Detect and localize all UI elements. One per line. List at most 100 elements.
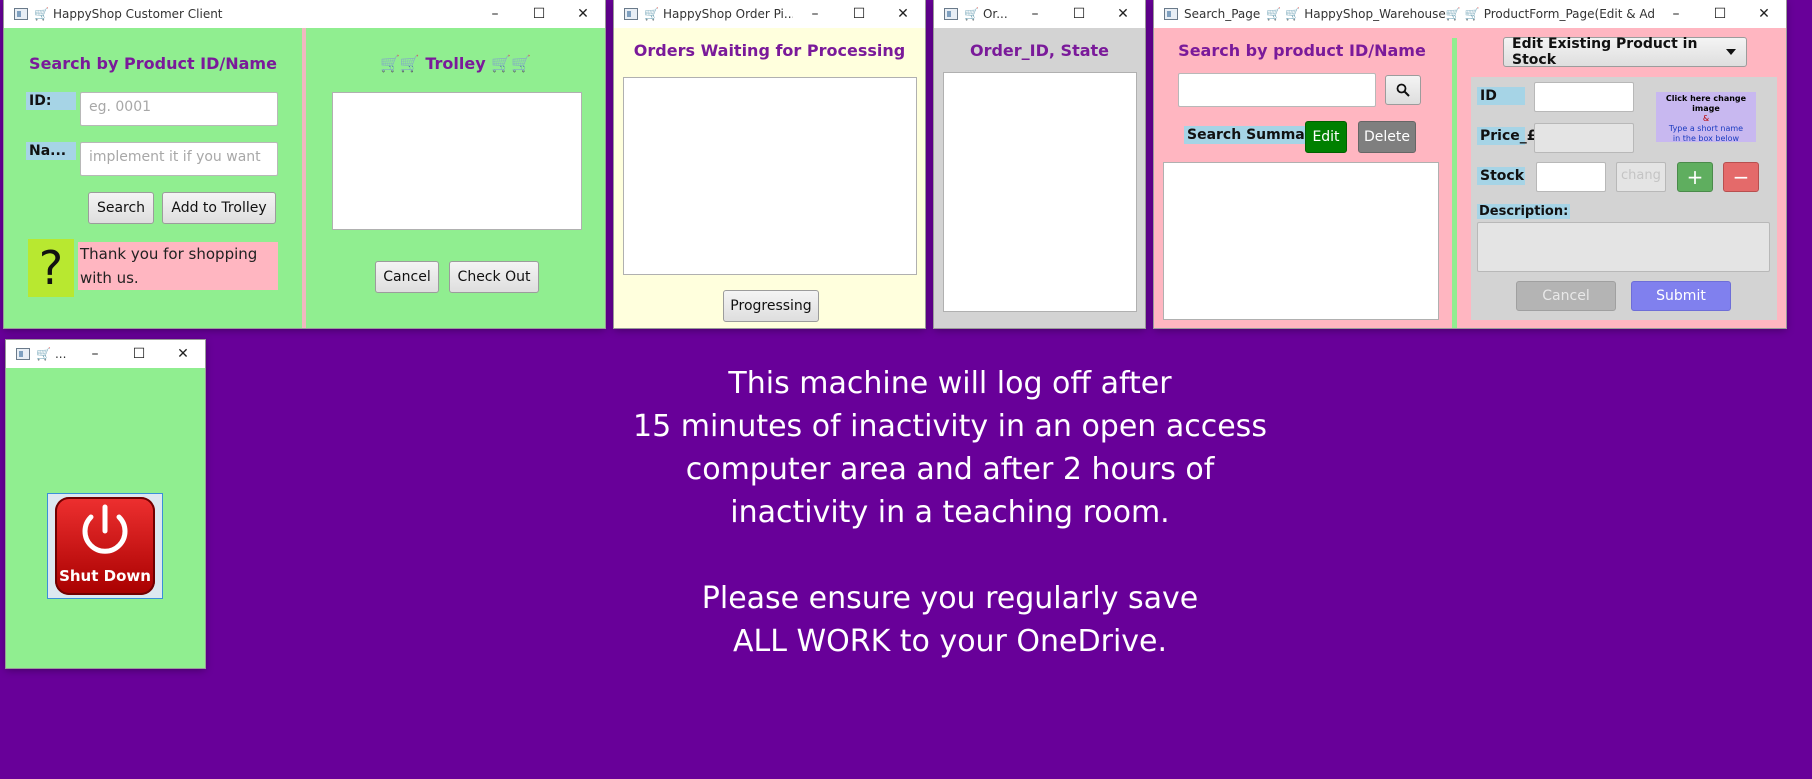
stock-label: Stock: [1477, 167, 1525, 185]
customer-client-window: 🛒 HappyShop Customer Client – ☐ ✕ Search…: [4, 0, 605, 328]
shutdown-graphic: Shut Down: [55, 497, 155, 595]
picker-title-bar[interactable]: 🛒 HappyShop Order Pi... – ☐ ✕: [614, 0, 925, 28]
order-state-list[interactable]: [943, 72, 1137, 312]
maximize-icon[interactable]: ☐: [517, 6, 561, 22]
edit-button[interactable]: Edit: [1305, 121, 1347, 153]
minimize-icon[interactable]: –: [473, 6, 517, 22]
order-tracker-window: 🛒 Or... – ☐ ✕ Order_ID, State: [934, 0, 1145, 328]
cart-icon: 🛒: [36, 347, 51, 361]
notice-line: 15 minutes of inactivity in an open acce…: [633, 409, 1267, 444]
notice-line: This machine will log off after: [728, 366, 1172, 401]
warehouse-window: Search_Page 🛒 🛒 HappyShop_Warehouse 🛒 🛒 …: [1154, 0, 1786, 328]
close-icon[interactable]: ✕: [881, 6, 925, 22]
search-page-title: Search_Page: [1184, 7, 1261, 21]
close-icon[interactable]: ✕: [1742, 6, 1786, 22]
plus-icon[interactable]: +: [1677, 162, 1713, 192]
order-picker-window: 🛒 HappyShop Order Pi... – ☐ ✕ Orders Wai…: [614, 0, 925, 328]
progressing-button[interactable]: Progressing: [723, 290, 819, 322]
thank-you-message: Thank you for shopping with us.: [78, 242, 278, 290]
search-heading: Search by Product ID/Name: [29, 54, 277, 73]
description-label: Description:: [1477, 204, 1571, 219]
maximize-icon[interactable]: ☐: [117, 346, 161, 362]
orders-waiting-heading: Orders Waiting for Processing: [633, 41, 906, 60]
image-hint-line1: Click here change image: [1665, 94, 1747, 113]
shutdown-button[interactable]: Shut Down: [47, 493, 163, 599]
warehouse-title: HappyShop_Warehouse: [1304, 7, 1446, 21]
notice-line: computer area and after 2 hours of: [685, 452, 1215, 487]
cart-icon: 🛒: [34, 7, 49, 21]
product-form-title: ProductForm_Page(Edit & AddNe...: [1483, 7, 1654, 21]
id-label: ID:: [26, 92, 76, 110]
minimize-icon[interactable]: –: [1654, 6, 1698, 22]
warehouse-search-input[interactable]: [1178, 73, 1376, 107]
name-input[interactable]: implement it if you want: [80, 142, 278, 176]
chevron-down-icon: [1726, 49, 1736, 55]
minimize-icon[interactable]: –: [73, 346, 117, 362]
notice-line: inactivity in a teaching room.: [730, 495, 1170, 530]
tracker-title-bar[interactable]: 🛒 Or... – ☐ ✕: [934, 0, 1145, 28]
minimize-icon[interactable]: –: [793, 6, 837, 22]
change-image-button[interactable]: Click here change image & Type a short n…: [1656, 92, 1756, 143]
id-input[interactable]: eg. 0001: [80, 92, 278, 126]
cart-icon: 🛒: [644, 7, 659, 21]
name-label: Na...: [26, 142, 76, 160]
product-id-input[interactable]: [1534, 82, 1634, 112]
close-icon[interactable]: ✕: [161, 346, 205, 362]
panel-divider: [302, 28, 306, 328]
description-input[interactable]: [1477, 222, 1770, 272]
shutdown-window: 🛒 ... – ☐ ✕ Shut Down: [6, 340, 205, 668]
close-icon[interactable]: ✕: [1101, 6, 1145, 22]
close-icon[interactable]: ✕: [561, 6, 605, 22]
help-icon: ?: [28, 239, 74, 297]
image-hint-line4: in the box below: [1672, 134, 1740, 143]
app-icon: [944, 8, 958, 20]
cart-icon: 🛒: [1464, 7, 1480, 21]
customer-title-bar[interactable]: 🛒 HappyShop Customer Client – ☐ ✕: [4, 0, 605, 28]
image-hint-line2: &: [1702, 114, 1710, 123]
app-icon: [14, 8, 28, 20]
product-id-label: ID: [1477, 87, 1525, 105]
minus-icon[interactable]: −: [1723, 162, 1759, 192]
maximize-icon[interactable]: ☐: [1698, 6, 1742, 22]
form-mode-value: Edit Existing Product in Stock: [1512, 36, 1698, 68]
stock-change-input[interactable]: chang: [1616, 162, 1666, 192]
order-state-heading: Order_ID, State: [969, 41, 1110, 60]
trolley-heading: 🛒🛒 Trolley 🛒🛒: [379, 54, 532, 73]
search-icon-button[interactable]: [1385, 75, 1421, 105]
maximize-icon[interactable]: ☐: [837, 6, 881, 22]
check-out-button[interactable]: Check Out: [449, 261, 539, 293]
app-icon: [624, 8, 638, 20]
app-icon: [16, 348, 30, 360]
window-title: HappyShop Order Pi...: [662, 7, 793, 21]
tracker-client-area: Order_ID, State: [934, 28, 1145, 328]
submit-button[interactable]: Submit: [1631, 281, 1731, 311]
product-form-panel: ID Click here change image & Type a shor…: [1471, 77, 1777, 320]
search-button[interactable]: Search: [88, 192, 154, 224]
page-divider: [1452, 38, 1457, 328]
window-title: Or...: [982, 7, 1008, 21]
trolley-list[interactable]: [332, 92, 582, 230]
cancel-button[interactable]: Cancel: [375, 261, 439, 293]
delete-button[interactable]: Delete: [1358, 121, 1416, 153]
add-to-trolley-button[interactable]: Add to Trolley: [162, 192, 276, 224]
shutdown-label: Shut Down: [59, 567, 151, 585]
price-label: Price_£: [1477, 127, 1537, 145]
power-icon: [82, 504, 128, 554]
warehouse-client-area: Search by product ID/Name Search Summary…: [1154, 28, 1786, 328]
minimize-icon[interactable]: –: [1013, 6, 1057, 22]
maximize-icon[interactable]: ☐: [1057, 6, 1101, 22]
search-results-list[interactable]: [1163, 162, 1439, 320]
cart-icon: 🛒: [964, 7, 979, 21]
form-mode-dropdown[interactable]: Edit Existing Product in Stock: [1503, 36, 1747, 68]
form-cancel-button[interactable]: Cancel: [1516, 281, 1616, 311]
stock-input[interactable]: [1536, 162, 1606, 192]
warehouse-title-bar[interactable]: Search_Page 🛒 🛒 HappyShop_Warehouse 🛒 🛒 …: [1154, 0, 1786, 28]
orders-waiting-list[interactable]: [623, 77, 917, 275]
price-input: [1534, 123, 1634, 153]
customer-client-area: Search by Product ID/Name ID: eg. 0001 N…: [4, 28, 605, 328]
notice-line: ALL WORK to your OneDrive.: [732, 624, 1168, 659]
shutdown-title-bar[interactable]: 🛒 ... – ☐ ✕: [6, 340, 205, 368]
warehouse-search-heading: Search by product ID/Name: [1178, 41, 1426, 60]
cart-icon: 🛒: [1445, 7, 1461, 21]
picker-client-area: Orders Waiting for Processing Progressin…: [614, 28, 925, 328]
